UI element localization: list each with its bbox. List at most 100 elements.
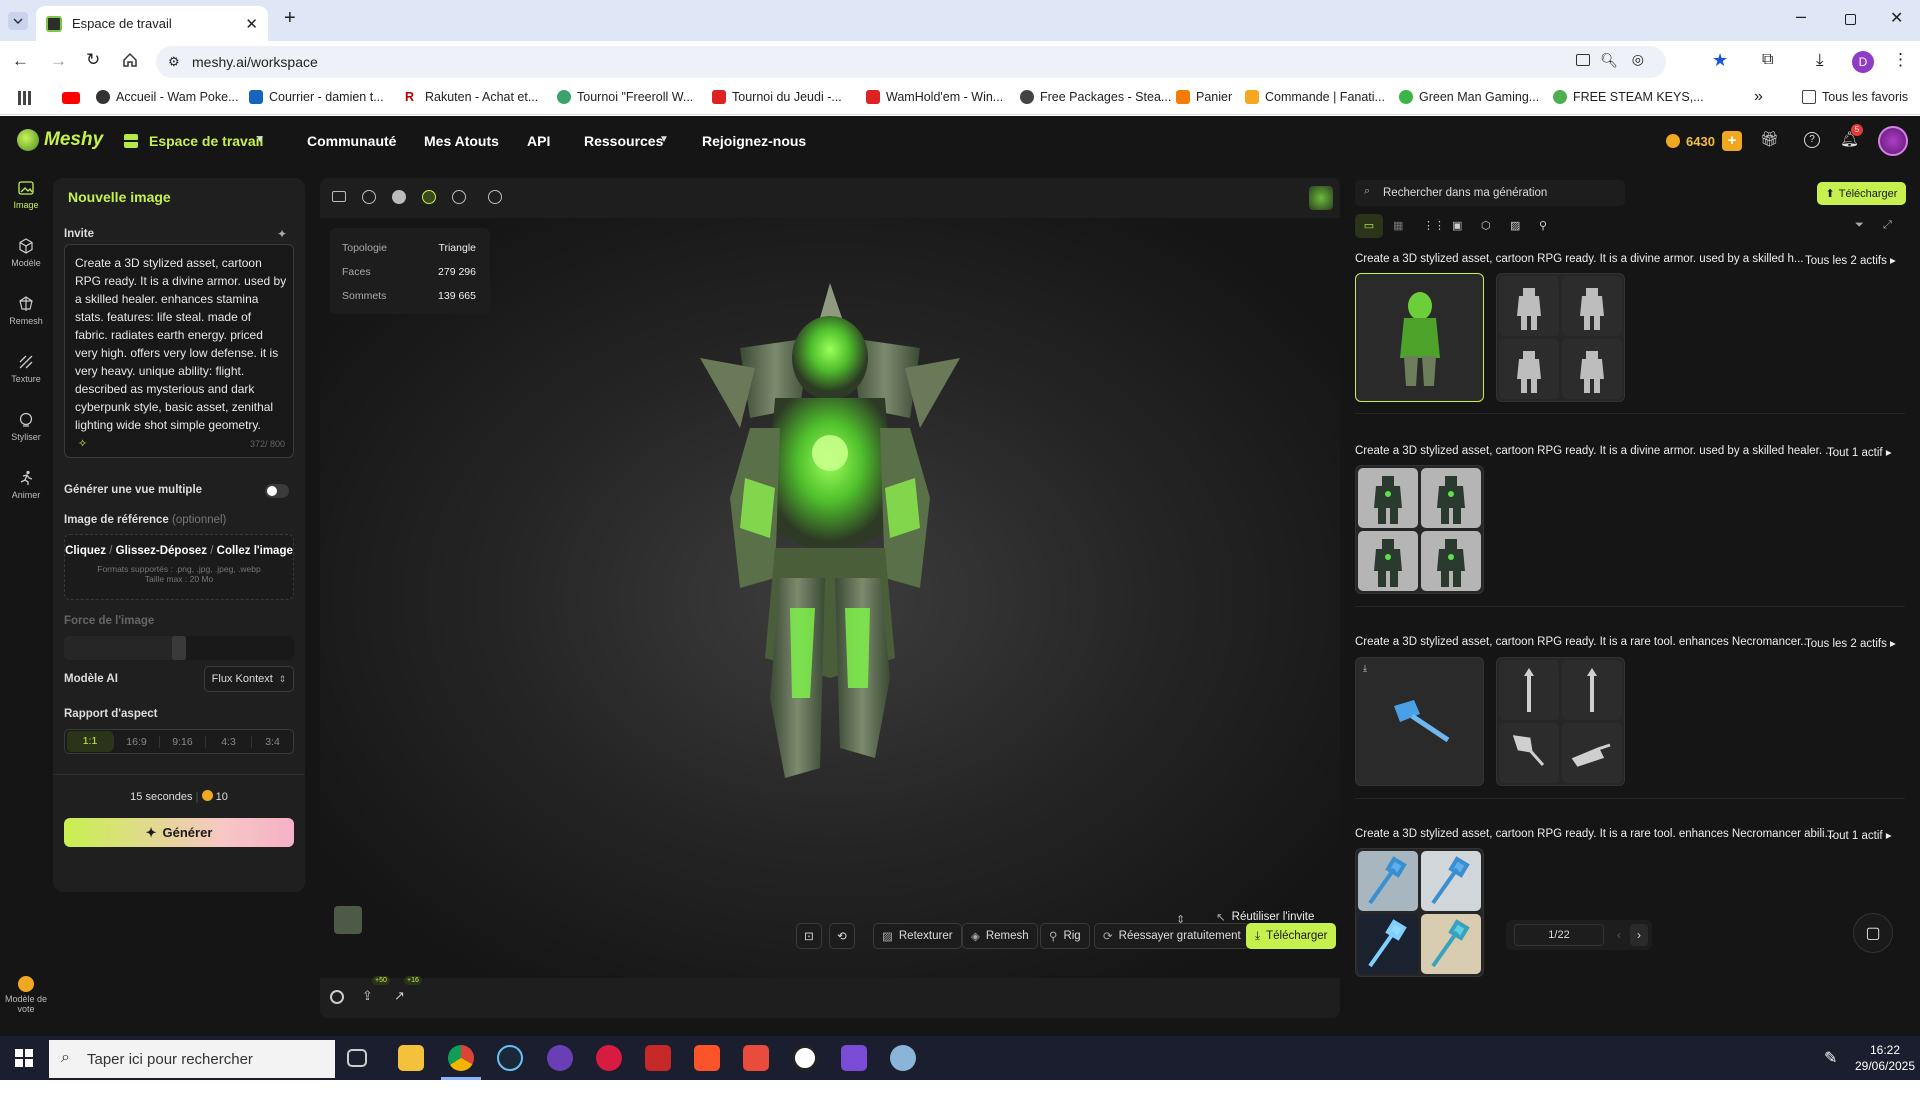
nav-assets[interactable]: Mes Atouts (424, 133, 499, 149)
taskbar-search[interactable]: ⌕ Taper ici pour rechercher (49, 1040, 335, 1078)
minimize-icon[interactable]: – (1796, 6, 1806, 27)
asset-thumb[interactable] (1499, 723, 1559, 783)
app-icon[interactable] (890, 1045, 916, 1071)
image-thumb[interactable] (1358, 468, 1418, 528)
multiview-toggle[interactable] (265, 484, 289, 498)
back-icon[interactable]: ← (12, 51, 29, 71)
user-avatar[interactable] (1878, 126, 1908, 156)
downloads-icon[interactable]: ⤓ (1816, 50, 1824, 70)
image-thumb[interactable] (1421, 914, 1481, 974)
browser-tab[interactable]: Espace de travail ✕ (36, 6, 268, 41)
reload-icon[interactable]: ↻ (86, 50, 100, 70)
aspect-1-1[interactable]: 1:1 (67, 731, 113, 752)
chevron-down-icon[interactable]: ▼ (659, 134, 669, 145)
asset-thumb[interactable] (1499, 339, 1559, 399)
unreal-icon[interactable] (792, 1045, 818, 1071)
image-thumb[interactable] (1421, 468, 1481, 528)
bookmark-item[interactable]: Panier (1176, 90, 1232, 104)
rail-item-vote[interactable]: Modèle de vote (0, 976, 52, 1014)
strength-slider-thumb[interactable] (172, 636, 186, 660)
share-icon[interactable]: ↗ (394, 988, 405, 1004)
youtube-icon[interactable] (62, 92, 80, 104)
fullscreen-icon[interactable]: ⤢ (1883, 219, 1892, 232)
rail-item-texture[interactable]: Texture (0, 350, 52, 384)
close-tab-icon[interactable]: ✕ (245, 15, 258, 33)
pen-icon[interactable]: ✎ (1824, 1048, 1837, 1068)
new-tab-icon[interactable]: + (284, 7, 296, 30)
rail-item-stylize[interactable]: Styliser (0, 408, 52, 442)
bookmark-item[interactable]: Courrier - damien t... (249, 90, 384, 104)
all-assets-link[interactable]: Tous les 2 actifs ▸ (1805, 636, 1896, 650)
bookmark-item[interactable]: WamHold'em - Win... (866, 90, 1003, 104)
all-assets-link[interactable]: Tous les 2 actifs ▸ (1805, 253, 1896, 267)
close-window-icon[interactable]: ✕ (1890, 8, 1903, 28)
aspect-9-16[interactable]: 9:16 (159, 735, 205, 748)
site-info-icon[interactable]: ⚙ (168, 54, 180, 70)
aspect-3-4[interactable]: 3:4 (251, 735, 293, 748)
bookmark-item[interactable]: Commande | Fanati... (1245, 90, 1385, 104)
model-select[interactable]: Flux Kontext ⇕ (204, 666, 294, 692)
logo-text[interactable]: Meshy (44, 129, 103, 151)
settings-circle-icon[interactable] (330, 990, 344, 1004)
nav-join[interactable]: Rejoignez-nous (702, 133, 806, 149)
aspect-4-3[interactable]: 4:3 (205, 735, 251, 748)
menu-icon[interactable]: ⋮ (1892, 50, 1909, 70)
bookmark-item[interactable]: Tournoi du Jeudi -... (712, 90, 842, 104)
preview-thumb[interactable] (1309, 186, 1333, 210)
wam-icon[interactable] (645, 1045, 671, 1071)
image-thumb[interactable] (1358, 851, 1418, 911)
aspect-16-9[interactable]: 16:9 (113, 735, 159, 748)
install-icon[interactable] (1576, 54, 1590, 66)
bookmark-item[interactable]: Green Man Gaming... (1399, 90, 1539, 104)
more-bookmarks-icon[interactable]: » (1754, 88, 1763, 106)
home-icon[interactable] (121, 51, 139, 69)
brave-icon[interactable] (694, 1045, 720, 1071)
bookmark-item[interactable]: Free Packages - Stea... (1020, 90, 1171, 104)
screenshot-button[interactable]: ⊡ (796, 923, 822, 949)
asset-card[interactable]: ⤓ (1355, 657, 1484, 786)
material-icon[interactable] (452, 190, 466, 204)
steam-icon[interactable] (497, 1045, 523, 1071)
image-thumb[interactable] (1358, 914, 1418, 974)
meshy-logo-icon[interactable] (17, 129, 39, 151)
image-upload-dropzone[interactable]: Cliquez / Glissez-Déposez / Collez l'ima… (64, 534, 294, 600)
download-small-icon[interactable]: ⤓ (1363, 663, 1367, 674)
image-filter-icon[interactable]: ▣ (1452, 219, 1462, 232)
windows-start-icon[interactable] (15, 1049, 33, 1067)
history-thumb[interactable] (334, 906, 362, 934)
monitor-icon[interactable] (332, 191, 346, 202)
bookmark-star-icon[interactable]: ★ (1712, 50, 1728, 71)
page-indicator[interactable]: 1/22 (1514, 924, 1604, 946)
add-credits-button[interactable]: + (1722, 131, 1742, 151)
upload-icon[interactable]: ⇪ (362, 988, 373, 1004)
image-thumb[interactable] (1358, 531, 1418, 591)
apps-icon[interactable] (18, 91, 32, 105)
visual-studio-icon[interactable] (841, 1045, 867, 1071)
asset-thumb[interactable] (1499, 660, 1559, 720)
app-icon[interactable] (596, 1045, 622, 1071)
task-view-icon[interactable] (347, 1049, 367, 1067)
solid-icon[interactable] (392, 190, 406, 204)
nav-resources[interactable]: Ressources (584, 133, 663, 149)
magic-wand-icon[interactable]: ✧ (78, 437, 87, 450)
grid-2-icon[interactable]: ▦ (1393, 219, 1403, 232)
tab-list-icon[interactable] (8, 12, 28, 30)
rail-item-model[interactable]: Modèle (0, 234, 52, 268)
forward-icon[interactable]: → (50, 51, 67, 71)
filter-icon[interactable]: ⏷ (1855, 219, 1864, 232)
help-icon[interactable]: ? (1804, 132, 1820, 148)
bookmark-item[interactable]: FREE STEAM KEYS,... (1553, 90, 1704, 104)
image-thumb[interactable] (1421, 531, 1481, 591)
profile-avatar[interactable]: D (1852, 51, 1874, 73)
download-all-button[interactable]: ⬆ Télécharger (1817, 182, 1906, 205)
bookmark-item[interactable]: R Rakuten - Achat et... (405, 90, 538, 104)
chevron-down-icon[interactable]: ▼ (255, 134, 265, 145)
url-field[interactable]: ⚙ meshy.ai/workspace 🔍︎ ◎ (156, 46, 1666, 78)
nav-community[interactable]: Communauté (307, 133, 396, 149)
asset-thumb[interactable] (1562, 276, 1622, 336)
rail-item-image[interactable]: Image (0, 176, 52, 210)
animate-filter-icon[interactable]: ⚲ (1539, 219, 1547, 232)
app-icon[interactable] (547, 1045, 573, 1071)
remesh-button[interactable]: ◈ Remesh (962, 923, 1038, 949)
nav-api[interactable]: API (527, 133, 550, 149)
